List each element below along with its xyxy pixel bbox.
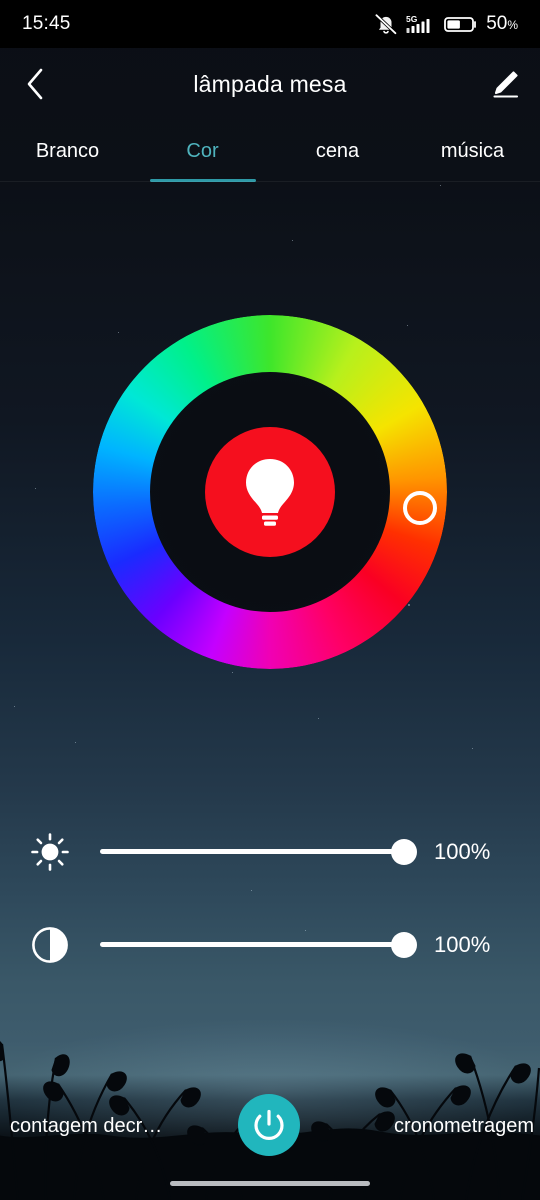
saturation-slider-thumb[interactable]: [391, 932, 417, 958]
saturation-slider[interactable]: [100, 915, 422, 975]
page-title: lâmpada mesa: [193, 70, 347, 97]
brightness-slider-thumb[interactable]: [391, 839, 417, 865]
signal-5g-icon: 5G: [406, 14, 430, 33]
brightness-sun-icon: [0, 822, 100, 882]
status-bar: 15:45 5G 50%: [0, 0, 540, 48]
bell-muted-icon: [374, 13, 398, 35]
status-icons: 5G 50%: [374, 13, 518, 35]
battery-percent-value: 50: [486, 13, 508, 34]
brightness-value-label: 100%: [434, 839, 491, 864]
pencil-icon: [493, 71, 519, 98]
background-grass-silhouette: [0, 1041, 540, 1200]
color-wheel[interactable]: [93, 315, 447, 669]
edit-button[interactable]: [470, 48, 540, 120]
tab-cor[interactable]: Cor: [135, 120, 270, 182]
brightness-slider-track[interactable]: [100, 849, 410, 854]
saturation-slider-track[interactable]: [100, 942, 410, 947]
battery-percent-symbol: %: [507, 18, 518, 32]
tabs-divider: [0, 181, 540, 182]
light-bulb-icon: [246, 459, 294, 526]
timer-button[interactable]: cronometragem: [394, 1115, 540, 1138]
tab-branco-label: Branco: [35, 139, 100, 162]
status-time: 15:45: [22, 13, 71, 34]
tab-cena-label: cena: [315, 139, 360, 162]
color-handle-icon[interactable]: [403, 491, 437, 525]
tab-cor-label: Cor: [186, 139, 219, 162]
battery-percent: 50%: [486, 13, 518, 35]
bulb-toggle-button[interactable]: [205, 427, 335, 557]
chevron-left-icon: [27, 68, 43, 100]
power-button[interactable]: [238, 1094, 300, 1156]
tab-cena[interactable]: cena: [270, 120, 405, 182]
countdown-button[interactable]: contagem decr…: [0, 1115, 162, 1138]
home-indicator[interactable]: [170, 1181, 370, 1186]
phone-screen: 15:45 5G 50% lâmpada mesa Branco Cor cen…: [0, 0, 540, 1200]
brightness-slider-row: 100%: [0, 822, 540, 882]
network-type-label: 5G: [406, 14, 418, 24]
tab-musica[interactable]: música: [405, 120, 540, 182]
tab-branco[interactable]: Branco: [0, 120, 135, 182]
saturation-slider-row: 100%: [0, 915, 540, 975]
mode-tabs: Branco Cor cena música: [0, 120, 540, 182]
tab-musica-label: música: [440, 139, 505, 162]
saturation-value-label: 100%: [434, 932, 491, 957]
contrast-half-circle-icon: [0, 915, 100, 975]
power-icon: [254, 1109, 284, 1140]
brightness-slider[interactable]: [100, 822, 422, 882]
back-button[interactable]: [0, 48, 70, 120]
app-header: lâmpada mesa: [0, 48, 540, 120]
battery-icon: [444, 17, 477, 32]
